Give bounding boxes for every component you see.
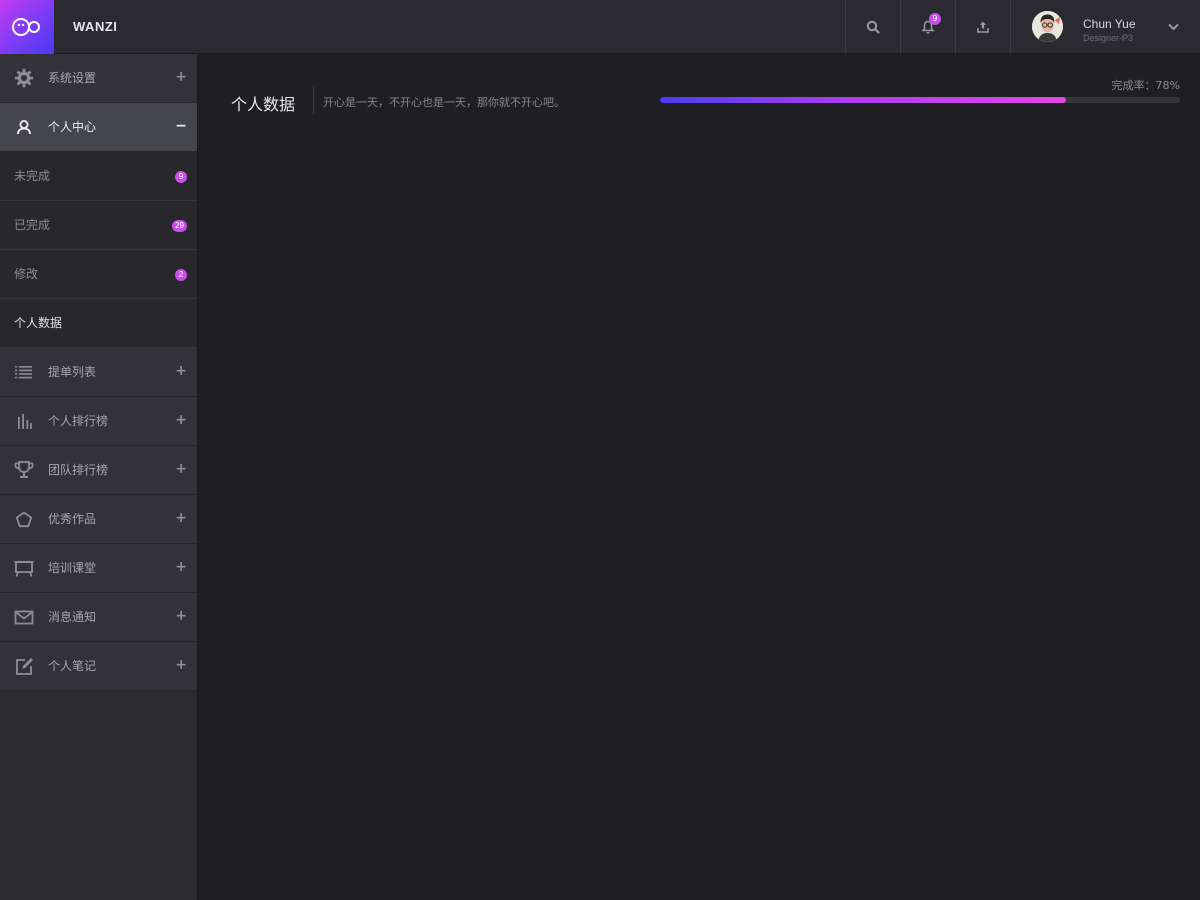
user-name: Chun Yue	[1083, 17, 1136, 31]
sidebar-subitem-label: 个人数据	[14, 316, 63, 330]
sidebar-item-label: 培训课堂	[48, 561, 97, 575]
sidebar-item-label: 系统设置	[48, 71, 97, 85]
star-icon	[13, 509, 35, 529]
expand-icon[interactable]: +	[175, 54, 187, 100]
user-icon	[13, 117, 35, 137]
sidebar-item-label: 个人排行榜	[48, 414, 109, 428]
search-button[interactable]	[845, 0, 900, 54]
sidebar-item-team-ranking[interactable]: 团队排行榜 +	[0, 446, 197, 495]
title-divider	[313, 87, 314, 114]
sidebar-subitem-label: 未完成	[14, 169, 51, 183]
sidebar-item-notifications[interactable]: 消息通知 +	[0, 593, 197, 642]
chevron-down-icon[interactable]	[1167, 20, 1180, 33]
expand-icon[interactable]: +	[175, 495, 187, 541]
count-badge: 2	[175, 269, 187, 281]
main-content: 个人数据 开心是一天，不开心也是一天，那你就不开心吧。 完成率：78%	[199, 54, 1200, 900]
sidebar-item-order-list[interactable]: 提单列表 +	[0, 348, 197, 397]
page-title: 个人数据	[231, 95, 296, 114]
top-bar: WANZI 9 Chun Yue Designer-P3	[0, 0, 1200, 54]
mail-icon	[13, 607, 35, 627]
sidebar-subitem-completed[interactable]: 已完成 29	[0, 201, 197, 250]
sidebar-item-excellent-works[interactable]: 优秀作品 +	[0, 495, 197, 544]
user-role: Designer-P3	[1083, 33, 1134, 43]
sidebar-item-label: 提单列表	[48, 365, 97, 379]
count-badge: 9	[175, 171, 187, 183]
sidebar-subitem-revisions[interactable]: 修改 2	[0, 250, 197, 299]
bar-chart-icon	[13, 411, 35, 431]
sidebar-subitem-label: 已完成	[14, 218, 51, 232]
sidebar-item-label: 团队排行榜	[48, 463, 109, 477]
avatar[interactable]	[1032, 11, 1063, 42]
notifications-button[interactable]: 9	[900, 0, 955, 54]
logo[interactable]	[0, 0, 54, 54]
page-subtitle: 开心是一天，不开心也是一天，那你就不开心吧。	[323, 96, 565, 109]
expand-icon[interactable]: +	[175, 348, 187, 394]
sidebar-item-label: 消息通知	[48, 610, 97, 624]
collapse-icon[interactable]: −	[175, 103, 187, 149]
expand-icon[interactable]: +	[175, 446, 187, 492]
expand-icon[interactable]: +	[175, 397, 187, 443]
completion-progress-bar	[660, 97, 1180, 103]
sidebar: 系统设置 + 个人中心 − 未完成 9 已完成 29 修改 2 个人数据 提单列…	[0, 54, 198, 900]
search-icon	[866, 20, 880, 34]
sidebar-item-label: 优秀作品	[48, 512, 97, 526]
progress-fill	[660, 97, 1066, 103]
sidebar-item-label: 个人笔记	[48, 659, 97, 673]
list-icon	[13, 362, 35, 382]
completion-rate-label: 完成率：78%	[1111, 79, 1180, 92]
sidebar-item-label: 个人中心	[48, 120, 97, 134]
user-menu[interactable]: Chun Yue Designer-P3	[1010, 0, 1200, 54]
sidebar-item-system-settings[interactable]: 系统设置 +	[0, 54, 197, 103]
sidebar-subitem-label: 修改	[14, 267, 39, 281]
sidebar-subitem-personal-data[interactable]: 个人数据	[0, 299, 197, 348]
sidebar-item-personal-center[interactable]: 个人中心 −	[0, 103, 197, 152]
sidebar-item-personal-ranking[interactable]: 个人排行榜 +	[0, 397, 197, 446]
expand-icon[interactable]: +	[175, 593, 187, 639]
trophy-icon	[13, 460, 35, 480]
logo-icon	[12, 18, 41, 36]
edit-icon	[13, 656, 35, 676]
sidebar-subitem-incomplete[interactable]: 未完成 9	[0, 152, 197, 201]
upload-icon	[977, 21, 989, 33]
notification-badge: 9	[929, 13, 941, 25]
gear-icon	[13, 68, 35, 88]
sidebar-item-notes[interactable]: 个人笔记 +	[0, 642, 197, 691]
count-badge: 29	[172, 220, 187, 232]
sidebar-item-training[interactable]: 培训课堂 +	[0, 544, 197, 593]
expand-icon[interactable]: +	[175, 544, 187, 590]
upload-button[interactable]	[955, 0, 1010, 54]
expand-icon[interactable]: +	[175, 642, 187, 688]
brand-name: WANZI	[73, 19, 118, 34]
easel-icon	[13, 558, 35, 578]
